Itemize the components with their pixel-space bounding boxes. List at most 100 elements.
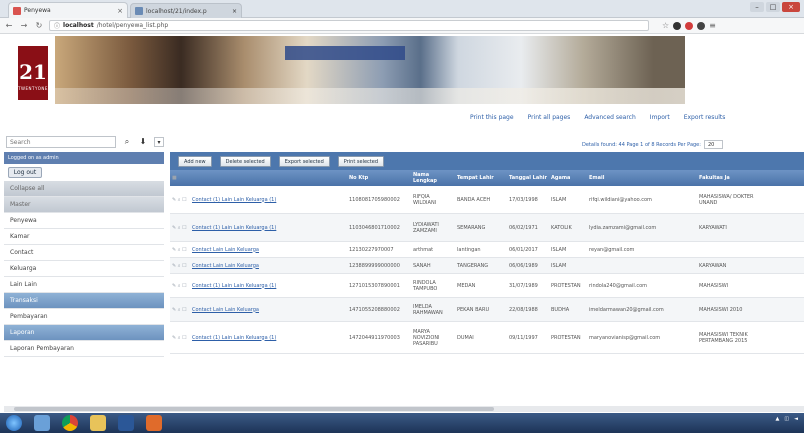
- sidebar-item-pembayaran[interactable]: Pembayaran: [4, 309, 164, 325]
- cell-agama: BUDHA: [551, 306, 570, 313]
- row-action-icons[interactable]: ✎ ⌕ ☐: [170, 307, 190, 313]
- sidebar-item-lain-lain[interactable]: Lain Lain: [4, 277, 164, 293]
- row-links[interactable]: Contact (1) Lain Lain Keluarga (1): [190, 225, 347, 231]
- row-links[interactable]: Contact Lain Lain Keluarga: [190, 307, 347, 313]
- url-field[interactable]: ⓘ localhost /hotel/penyewa_list.php: [49, 20, 649, 31]
- page-info-icon[interactable]: ⓘ: [54, 21, 60, 30]
- cell-ktp: 1271015307890001: [349, 282, 400, 289]
- table-row[interactable]: ✎ ⌕ ☐ Contact (1) Lain Lain Keluarga (1) 1…: [170, 214, 804, 242]
- horizontal-scrollbar[interactable]: [4, 406, 804, 412]
- system-tray: ▲ ◫ ◄: [776, 416, 798, 422]
- sidebar-item-collapse-all[interactable]: Collapse all: [4, 181, 164, 197]
- search-icon[interactable]: ⌕: [122, 137, 132, 147]
- chrome-icon[interactable]: [62, 415, 78, 431]
- logo: 21 TWENTYONE: [18, 46, 48, 100]
- row-action-icons[interactable]: ✎ ⌕ ☐: [170, 225, 190, 231]
- add-new-button[interactable]: Add new: [178, 155, 212, 167]
- sidebar-item-master[interactable]: Master: [4, 197, 164, 213]
- back-icon[interactable]: ←: [4, 21, 14, 30]
- sidebar-item-contact[interactable]: Contact: [4, 245, 164, 261]
- logged-in-text: Logged on as admin: [4, 152, 164, 164]
- scrollbar-thumb[interactable]: [14, 407, 494, 411]
- row-links[interactable]: Contact (1) Lain Lain Keluarga (1): [190, 283, 347, 289]
- network-icon[interactable]: ◫: [784, 416, 789, 422]
- cell-agama: PROTESTAN: [551, 282, 581, 289]
- sidebar-item-transaksi[interactable]: Transaksi: [4, 293, 164, 309]
- per-page-select[interactable]: 20: [703, 140, 724, 149]
- row-links[interactable]: Contact (1) Lain Lain Keluarga (1): [190, 335, 347, 341]
- logout-button[interactable]: Log out: [8, 167, 42, 178]
- table-row[interactable]: ✎ ⌕ ☐ Contact (1) Lain Lain Keluarga (1) 1…: [170, 322, 804, 354]
- delete-selected-button[interactable]: Delete selected: [219, 155, 271, 167]
- app-icon[interactable]: [146, 415, 162, 431]
- sidebar-item-kamar[interactable]: Kamar: [4, 229, 164, 245]
- forward-icon[interactable]: →: [19, 21, 29, 30]
- tab-title: Penyewa: [24, 7, 51, 14]
- cell-agama: ISLAM: [551, 262, 567, 269]
- cell-tempat: MEDAN: [457, 282, 476, 289]
- minimize-icon[interactable]: –: [750, 2, 764, 12]
- search-row: ⌕ ⬇ ▾: [6, 136, 164, 148]
- print-all-link[interactable]: Print all pages: [528, 114, 571, 121]
- start-icon[interactable]: [6, 415, 22, 431]
- explorer-icon[interactable]: [34, 415, 50, 431]
- reload-icon[interactable]: ↻: [34, 21, 44, 30]
- table-row[interactable]: ✎ ⌕ ☐ Contact (1) Lain Lain Keluarga (1) 1…: [170, 274, 804, 298]
- tray-arrow-icon[interactable]: ▲: [776, 416, 780, 422]
- col-header-tempat[interactable]: Tempat Lahir: [455, 175, 507, 181]
- menu-icon[interactable]: ≡: [709, 21, 716, 30]
- cell-tempat: SEMARANG: [457, 224, 486, 231]
- volume-icon[interactable]: ◄: [794, 416, 798, 422]
- cell-agama: PROTESTAN: [551, 334, 581, 341]
- window-controls: – □ ×: [750, 2, 800, 12]
- row-action-icons[interactable]: ✎ ⌕ ☐: [170, 263, 190, 269]
- table-row[interactable]: ✎ ⌕ ☐ Contact (1) Lain Lain Keluarga (1) 1…: [170, 186, 804, 214]
- maximize-icon[interactable]: □: [766, 2, 780, 12]
- extension-icon[interactable]: [673, 21, 682, 30]
- row-action-icons[interactable]: ✎ ⌕ ☐: [170, 283, 190, 289]
- row-action-icons[interactable]: ✎ ⌕ ☐: [170, 247, 190, 253]
- cell-nama: RINDOLA TAMPUBO: [413, 279, 438, 292]
- extension-icon[interactable]: [697, 21, 706, 30]
- table-row[interactable]: ✎ ⌕ ☐ Contact Lain Lain Keluarga 121302279…: [170, 242, 804, 258]
- star-icon[interactable]: ☆: [662, 21, 669, 30]
- url-host: localhost: [63, 22, 94, 29]
- print-page-link[interactable]: Print this page: [470, 114, 514, 121]
- search-input[interactable]: [6, 136, 116, 148]
- browser-tab-active[interactable]: Penyewa ×: [8, 2, 128, 18]
- sidebar-menu: Collapse all Master Penyewa Kamar Contact Kel…: [4, 181, 164, 357]
- row-links[interactable]: Contact (1) Lain Lain Keluarga (1): [190, 197, 347, 203]
- close-tab-icon[interactable]: ×: [117, 7, 123, 15]
- chevron-down-icon[interactable]: ▾: [154, 137, 164, 147]
- sidebar-item-laporan[interactable]: Laporan: [4, 325, 164, 341]
- word-icon[interactable]: [118, 415, 134, 431]
- import-link[interactable]: Import: [650, 114, 670, 121]
- export-selected-button[interactable]: Export selected: [278, 155, 330, 167]
- row-action-icons[interactable]: ✎ ⌕ ☐: [170, 197, 190, 203]
- row-action-icons[interactable]: ✎ ⌕ ☐: [170, 335, 190, 341]
- pin-icon[interactable]: ⬇: [138, 137, 148, 147]
- col-header-nama[interactable]: Nama Lengkap: [411, 172, 455, 184]
- close-window-icon[interactable]: ×: [782, 2, 800, 12]
- table-row[interactable]: ✎ ⌕ ☐ Contact Lain Lain Keluarga 147105520…: [170, 298, 804, 322]
- sidebar-item-laporan-pembayaran[interactable]: Laporan Pembayaran: [4, 341, 164, 357]
- col-header-fakultas[interactable]: Fakultas Ja: [697, 175, 757, 181]
- sidebar-item-penyewa[interactable]: Penyewa: [4, 213, 164, 229]
- row-links[interactable]: Contact Lain Lain Keluarga: [190, 263, 347, 269]
- col-header-ktp[interactable]: No Ktp: [347, 175, 411, 181]
- advanced-search-link[interactable]: Advanced search: [584, 114, 635, 121]
- extension-icon[interactable]: [685, 21, 694, 30]
- row-links[interactable]: Contact Lain Lain Keluarga: [190, 247, 347, 253]
- sidebar-item-keluarga[interactable]: Keluarga: [4, 261, 164, 277]
- col-header-agama[interactable]: Agama: [549, 175, 587, 181]
- browser-tab-inactive[interactable]: localhost/21/index.p ×: [130, 3, 242, 18]
- print-selected-button[interactable]: Print selected: [337, 155, 384, 167]
- select-all-checkbox[interactable]: ■: [170, 175, 190, 181]
- col-header-email[interactable]: Email: [587, 175, 697, 181]
- cell-agama: ISLAM: [551, 196, 567, 203]
- table-row[interactable]: ✎ ⌕ ☐ Contact Lain Lain Keluarga 123889999…: [170, 258, 804, 274]
- col-header-tanggal[interactable]: Tanggal Lahir: [507, 175, 549, 181]
- export-results-link[interactable]: Export results: [684, 114, 726, 121]
- close-tab-icon[interactable]: ×: [232, 8, 237, 15]
- folder-icon[interactable]: [90, 415, 106, 431]
